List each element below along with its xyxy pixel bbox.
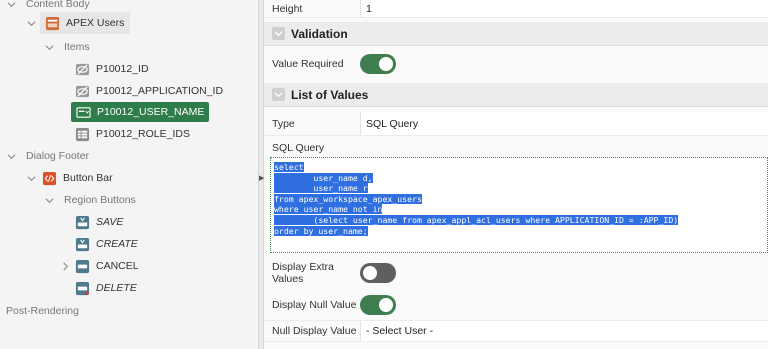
chevron-down-icon[interactable] [6,0,16,9]
tree-node-cancel[interactable]: CANCEL [60,256,139,276]
sql-line: select [274,162,304,172]
prop-label: Value Required [272,58,344,70]
sql-line: (select user_name from apex_appl_acl_use… [274,214,679,225]
section-title: Validation [291,26,348,41]
chevron-down-icon[interactable] [272,88,285,101]
tree-node-label: P10012_USER_NAME [97,106,205,118]
region-icon [44,15,60,31]
tree-node-create[interactable]: CREATE [74,234,138,254]
prop-row-sql-query-label: SQL Query [264,140,768,156]
hidden-item-icon [74,83,90,99]
prop-label: Display Extra Values [272,261,334,285]
sql-line: from apex_workspace_apex_users [274,193,422,204]
toggle-knob [379,298,393,312]
tree-node-items[interactable]: Items [44,37,90,57]
tree-node-label: Items [64,41,90,53]
property-editor: Height 1 Validation Value Required List … [264,0,768,349]
tree-node-p10012-id[interactable]: P10012_ID [74,59,149,79]
button-icon [74,280,90,296]
tree-node-label: Dialog Footer [26,150,90,162]
prop-row-display-null-value: Display Null Value [264,292,768,318]
section-title: List of Values [291,87,369,102]
tree-node-p10012-user-name[interactable]: P10012_USER_NAME [71,102,210,122]
prop-row-null-display-value: Null Display Value - Select User - [264,320,768,342]
button-icon [74,236,90,252]
prop-label: Type [272,117,295,130]
rendering-tree: Content Body APEX Users Items P10012_ID … [0,0,258,349]
sql-query-editor[interactable]: select user_name d, user_name r from ape… [270,157,768,253]
sql-line: user_name d, [274,172,373,183]
select-list-icon [75,104,91,120]
chevron-down-icon[interactable] [26,173,36,183]
tree-node-label: DELETE [96,282,137,294]
chevron-down-icon[interactable] [44,42,54,52]
hidden-item-icon [74,61,90,77]
null-display-value-field[interactable]: - Select User - [360,321,768,341]
tree-node-label: SAVE [96,216,124,228]
sql-line: order by user_name; [274,225,368,236]
tree-node-label: P10012_APPLICATION_ID [96,85,224,97]
prop-label: Height [272,2,303,15]
prop-label: Null Display Value [272,325,357,337]
tree-node-post-rendering[interactable]: Post-Rendering [6,301,79,321]
code-icon [41,170,57,186]
sql-line: user_name r [274,183,368,194]
prop-row-height: Height 1 [264,0,768,18]
tree-node-label: Post-Rendering [6,305,79,317]
sql-line: where user_name not in [274,204,383,215]
type-select[interactable]: SQL Query [360,112,768,135]
prop-row-display-extra-values: Display Extra Values [264,258,768,288]
toggle-knob [379,57,393,71]
tree-node-p10012-application-id[interactable]: P10012_APPLICATION_ID [74,81,223,101]
tree-node-p10012-role-ids[interactable]: P10012_ROLE_IDS [74,124,190,144]
prop-row-type: Type SQL Query [264,112,768,136]
chevron-down-icon[interactable] [26,18,36,28]
chevron-down-icon[interactable] [272,27,285,40]
tree-node-dialog-footer[interactable]: Dialog Footer [6,146,89,166]
prop-label: Display Null Value [272,299,357,311]
tree-node-save[interactable]: SAVE [74,212,123,232]
list-icon [74,126,90,142]
region-node-box[interactable]: APEX Users [40,12,131,34]
tree-node-label: APEX Users [66,17,125,29]
tree-node-label: Button Bar [63,172,113,184]
chevron-right-icon[interactable] [60,261,70,271]
prop-row-value-required: Value Required [264,51,768,77]
tree-node-label: P10012_ROLE_IDS [96,128,190,140]
section-header-validation[interactable]: Validation [264,22,768,46]
tree-node-delete[interactable]: DELETE [74,278,137,298]
tree-node-label: Content Body [26,0,90,10]
value-required-toggle[interactable] [360,54,396,74]
tree-node-apex-users[interactable]: APEX Users [26,12,131,34]
button-icon [74,214,90,230]
tree-node-label: CANCEL [96,260,139,272]
tree-node-label: CREATE [96,238,138,250]
tree-node-button-bar[interactable]: Button Bar [26,168,113,188]
section-header-list-of-values[interactable]: List of Values [264,83,768,107]
chevron-down-icon[interactable] [44,195,54,205]
button-icon [74,258,90,274]
height-field[interactable]: 1 [360,0,768,17]
tree-node-label: P10012_ID [96,63,149,75]
display-extra-values-toggle[interactable] [360,263,396,283]
prop-label: SQL Query [272,142,325,154]
tree-node-label: Region Buttons [64,194,136,206]
toggle-knob [363,266,377,280]
chevron-down-icon[interactable] [6,151,16,161]
display-null-value-toggle[interactable] [360,295,396,315]
tree-node-region-buttons[interactable]: Region Buttons [44,190,136,210]
